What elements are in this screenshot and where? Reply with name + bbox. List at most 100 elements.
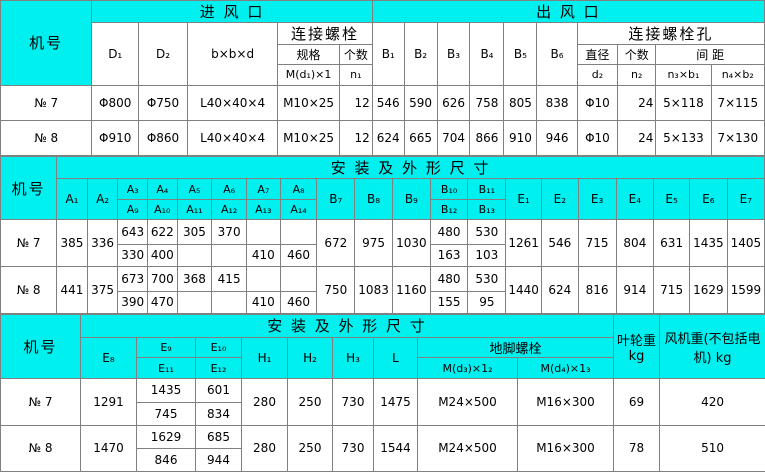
cell-dia: Φ10 — [576, 84, 619, 121]
cell-d1: Φ800 — [91, 84, 140, 121]
cell-b12: 163 — [429, 243, 469, 268]
cell-e8: 1291 — [80, 378, 137, 426]
header-a2: A₂ — [86, 178, 119, 221]
cell-b13: 95 — [467, 290, 507, 314]
cell-b6: 946 — [536, 119, 578, 157]
cell-b1: 624 — [371, 119, 405, 157]
cell-l: 1544 — [373, 424, 418, 472]
machine-header: 机号 — [0, 313, 81, 380]
cell-b11: 530 — [467, 266, 507, 292]
cell-a3: 643 — [117, 219, 148, 245]
header-e10: E₁₀ — [195, 336, 242, 359]
cell-a1: 385 — [56, 219, 88, 268]
cell-a5: 305 — [176, 219, 213, 245]
cell-a2: 375 — [86, 266, 119, 314]
header-nb2: n₄×b₂ — [710, 64, 765, 86]
header-e8: E₈ — [80, 336, 137, 380]
cell-a4: 700 — [146, 266, 178, 292]
cell-m: M10×25 — [277, 84, 340, 121]
cell-l: 1475 — [373, 378, 418, 426]
cell-a13: 410 — [245, 243, 281, 268]
table-row: № 7 Φ800 Φ750 L40×40×4 M10×25 12 546 590… — [0, 84, 765, 121]
header-m2: M(d₃)×1₂ — [417, 357, 518, 380]
cell-impeller-weight: 78 — [613, 424, 661, 472]
header-spec: 规格 — [277, 44, 340, 66]
cell-n2: 24 — [617, 84, 657, 121]
cell-nb2: 7×130 — [710, 119, 765, 157]
cell-e7: 1599 — [726, 266, 765, 314]
cell-a11 — [176, 243, 213, 268]
cell-b6: 838 — [536, 84, 578, 121]
cell-e2: 624 — [540, 266, 579, 314]
cell-e1: 1261 — [505, 219, 542, 268]
header-m: M(d₁)×1 — [277, 64, 340, 86]
cell-e11: 745 — [136, 401, 196, 426]
table-row: № 8 1470 1629 685 280 250 730 1544 M24×5… — [0, 424, 765, 472]
cell-h2: 250 — [287, 378, 333, 426]
header-d1: D₁ — [91, 22, 140, 86]
cell-impeller-weight: 69 — [613, 378, 661, 426]
header-e7: E₇ — [726, 178, 765, 221]
cell-e4: 914 — [615, 266, 655, 314]
cell-e11: 846 — [136, 448, 196, 472]
cell-d2: Φ860 — [138, 119, 188, 157]
header-a11: A₁₁ — [176, 198, 213, 221]
cell-fan-weight: 510 — [659, 424, 765, 472]
cell-a14: 460 — [279, 290, 318, 314]
cell-a12 — [211, 243, 247, 268]
cell-b9: 1030 — [391, 219, 431, 268]
cell-a4: 622 — [146, 219, 178, 245]
header-b2: B₂ — [403, 22, 438, 86]
cell-a14: 460 — [279, 243, 318, 268]
header-bolthole: 连接螺栓孔 — [576, 22, 765, 46]
cell-h2: 250 — [287, 424, 333, 472]
cell-e12: 834 — [195, 401, 242, 426]
header-h1: H₁ — [241, 336, 288, 380]
cell-b5: 910 — [503, 119, 538, 157]
header-b7: B₇ — [316, 178, 356, 221]
cell-a7 — [245, 266, 281, 292]
cell-b5: 805 — [503, 84, 538, 121]
cell-a2: 336 — [86, 219, 119, 268]
header-e9: E₉ — [136, 336, 196, 359]
installation-dims-table-1: 机号 安 装 及 外 形 尺 寸 A₁ A₂ A₃ A₄ A₅ A₆ A₇ A₈… — [0, 155, 765, 314]
header-a1: A₁ — [56, 178, 88, 221]
cell-e9: 1435 — [136, 378, 196, 403]
table-row: № 8 Φ910 Φ860 L40×40×4 M10×25 12 624 665… — [0, 119, 765, 157]
cell-d1: Φ910 — [91, 119, 140, 157]
machine-no: № 7 — [0, 378, 81, 426]
cell-e7: 1405 — [726, 219, 765, 268]
cell-e6: 1629 — [689, 266, 728, 314]
cell-e4: 804 — [615, 219, 655, 268]
cell-m2: M24×500 — [417, 378, 518, 426]
header-a10: A₁₀ — [146, 198, 178, 221]
header-a9: A₉ — [117, 198, 148, 221]
cell-h1: 280 — [241, 424, 288, 472]
cell-nb2: 7×115 — [710, 84, 765, 121]
header-b8: B₈ — [354, 178, 393, 221]
header-cnt: 个数 — [617, 44, 657, 66]
dims-title: 安 装 及 外 形 尺 寸 — [79, 314, 615, 338]
installation-dims-table-2: 机号 安 装 及 外 形 尺 寸 叶轮重 kg 风机重(不包括电机) kg E₈… — [0, 313, 765, 472]
header-bbd: b×b×d — [186, 22, 279, 86]
cell-nb1: 5×118 — [655, 84, 712, 121]
table-row: № 8 441 375 673 700 368 415 750 1083 116… — [0, 266, 765, 314]
header-m3: M(d₄)×1₃ — [516, 357, 615, 380]
header-e5: E₅ — [653, 178, 690, 221]
cell-b10: 480 — [429, 266, 469, 292]
machine-no: № 7 — [0, 84, 93, 121]
cell-bbd: L40×40×4 — [186, 119, 279, 157]
cell-e10: 685 — [195, 424, 242, 450]
cell-m: M10×25 — [277, 119, 340, 157]
machine-header: 机号 — [0, 155, 58, 221]
header-b13: B₁₃ — [467, 198, 507, 221]
cell-b12: 155 — [429, 290, 469, 314]
header-a12: A₁₂ — [211, 198, 247, 221]
cell-h3: 730 — [332, 378, 374, 426]
header-e6: E₆ — [689, 178, 728, 221]
cell-b11: 530 — [467, 219, 507, 245]
inlet-outlet-table: 机号 进 风 口 出 风 口 D₁ D₂ b×b×d 连接螺栓 B₁ B₂ B₃… — [0, 0, 765, 157]
dims-title: 安 装 及 外 形 尺 寸 — [56, 155, 765, 180]
header-b11: B₁₁ — [467, 178, 507, 200]
header-e2: E₂ — [540, 178, 579, 221]
